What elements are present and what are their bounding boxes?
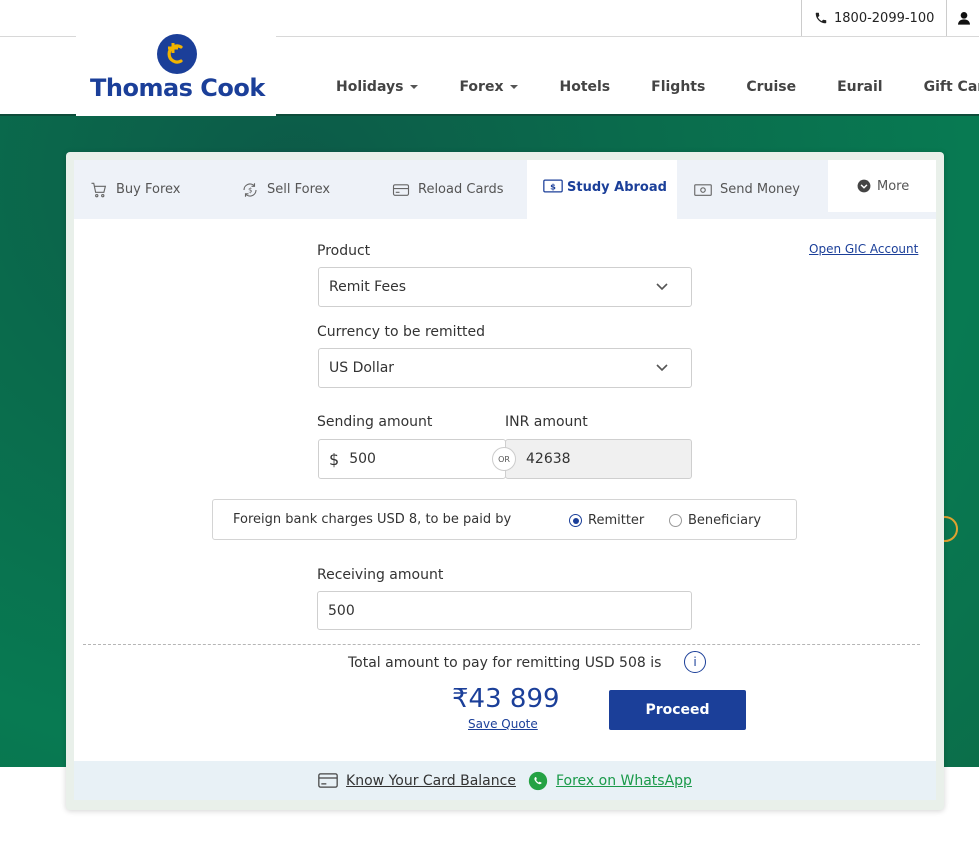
inr-amount-input[interactable]: 42638 — [505, 439, 692, 479]
money-icon: $ — [543, 179, 563, 193]
radio-beneficiary[interactable]: Beneficiary — [669, 513, 761, 528]
service-tabs: Buy Forex $ Sell Forex Reload Cards $ Stu… — [74, 160, 936, 219]
inr-amount-label: INR amount — [505, 414, 588, 430]
tab-label: Sell Forex — [267, 182, 331, 197]
or-separator: OR — [492, 447, 516, 471]
exchange-icon: $ — [243, 182, 257, 197]
inr-amount-value: 42638 — [526, 451, 571, 467]
cart-icon — [91, 182, 107, 197]
main-header: Thomas Cook Holidays Forex Hotels Flight… — [0, 24, 979, 116]
rupee-symbol: ₹ — [452, 684, 469, 714]
dollar-symbol: $ — [329, 449, 340, 469]
user-account-button[interactable] — [948, 0, 979, 36]
phone-number: 1800-2099-100 — [834, 10, 935, 26]
dashed-divider — [83, 644, 920, 645]
nav-eurail[interactable]: Eurail — [837, 79, 882, 95]
radio-unselected-icon — [669, 514, 682, 527]
svg-text:$: $ — [248, 186, 252, 194]
card-balance-link[interactable]: Know Your Card Balance — [346, 773, 516, 789]
tab-label: Study Abroad — [567, 180, 667, 195]
receiving-amount-input[interactable]: 500 — [317, 591, 692, 630]
tab-buy-forex[interactable]: Buy Forex — [90, 160, 180, 219]
tab-study-abroad[interactable]: $ Study Abroad — [527, 160, 677, 219]
widget-footer: Know Your Card Balance Forex on WhatsApp — [74, 761, 936, 800]
user-icon — [957, 12, 970, 25]
total-amount: ₹43 899 — [452, 684, 560, 714]
currency-label: Currency to be remitted — [317, 324, 486, 340]
nav-hotels[interactable]: Hotels — [559, 79, 610, 95]
receiving-amount-label: Receiving amount — [317, 567, 444, 583]
chevron-down-icon — [656, 364, 668, 372]
tab-sell-forex[interactable]: $ Sell Forex — [241, 160, 330, 219]
product-select[interactable]: Remit Fees — [318, 267, 692, 307]
product-value: Remit Fees — [329, 279, 406, 295]
nav-holidays[interactable]: Holidays — [336, 79, 419, 95]
tab-reload-cards[interactable]: Reload Cards — [392, 160, 504, 219]
sending-amount-input[interactable]: $ 500 — [318, 439, 506, 479]
radio-label: Beneficiary — [688, 513, 762, 528]
radio-remitter[interactable]: Remitter — [569, 513, 644, 528]
tab-label: Reload Cards — [418, 182, 504, 197]
banknote-icon — [694, 183, 712, 196]
tab-label: Buy Forex — [116, 182, 181, 197]
chevron-down-icon — [857, 179, 871, 193]
total-amount-text: Total amount to pay for remitting USD 50… — [348, 655, 662, 671]
nav-label: Flights — [651, 79, 706, 95]
brand-name: Thomas Cook — [90, 74, 265, 102]
nav-label: Hotels — [559, 79, 611, 95]
nav-gift-cards[interactable]: Gift Car — [924, 79, 979, 95]
tab-more[interactable]: More — [828, 160, 936, 212]
brand-logo[interactable]: Thomas Cook — [76, 24, 276, 116]
receiving-amount-value: 500 — [328, 602, 355, 619]
currency-select[interactable]: US Dollar — [318, 348, 692, 388]
logo-emblem — [157, 34, 197, 74]
product-label: Product — [317, 243, 371, 259]
nav-label: Cruise — [746, 79, 797, 95]
nav-label: Eurail — [837, 79, 883, 95]
card-icon — [318, 773, 338, 788]
nav-forex[interactable]: Forex — [459, 79, 519, 95]
open-gic-account-link[interactable]: Open GIC Account — [809, 242, 918, 256]
phone-icon — [815, 12, 827, 24]
info-icon[interactable]: i — [684, 651, 706, 673]
radio-selected-icon — [569, 514, 582, 527]
radio-label: Remitter — [588, 513, 645, 528]
tab-label: More — [877, 178, 910, 194]
caret-down-icon — [510, 85, 519, 89]
save-quote-link[interactable]: Save Quote — [468, 717, 538, 731]
total-amount-value: 43 899 — [468, 684, 560, 714]
sending-amount-value: 500 — [349, 451, 376, 467]
tab-send-money[interactable]: Send Money — [694, 160, 800, 219]
chevron-down-icon — [656, 283, 668, 291]
caret-down-icon — [410, 85, 419, 89]
tab-label: Send Money — [720, 182, 800, 197]
nav-label: Forex — [459, 79, 504, 95]
sending-amount-label: Sending amount — [317, 414, 433, 430]
card-icon — [392, 183, 410, 196]
bank-charges-text: Foreign bank charges USD 8, to be paid b… — [233, 512, 512, 527]
nav-label: Gift Car — [923, 79, 979, 95]
svg-text:$: $ — [550, 181, 556, 191]
phone-contact[interactable]: 1800-2099-100 — [801, 0, 947, 36]
nav-label: Holidays — [336, 79, 404, 95]
forex-whatsapp-link[interactable]: Forex on WhatsApp — [556, 773, 692, 789]
whatsapp-icon — [528, 771, 548, 790]
nav-cruise[interactable]: Cruise — [746, 79, 796, 95]
nav-flights[interactable]: Flights — [651, 79, 705, 95]
currency-value: US Dollar — [329, 360, 395, 376]
proceed-button[interactable]: Proceed — [609, 690, 746, 730]
main-nav: Holidays Forex Hotels Flights Cruise Eur… — [336, 79, 979, 95]
bank-charges-box: Foreign bank charges USD 8, to be paid b… — [212, 499, 797, 540]
forex-widget: Buy Forex $ Sell Forex Reload Cards $ Stu… — [74, 160, 936, 800]
